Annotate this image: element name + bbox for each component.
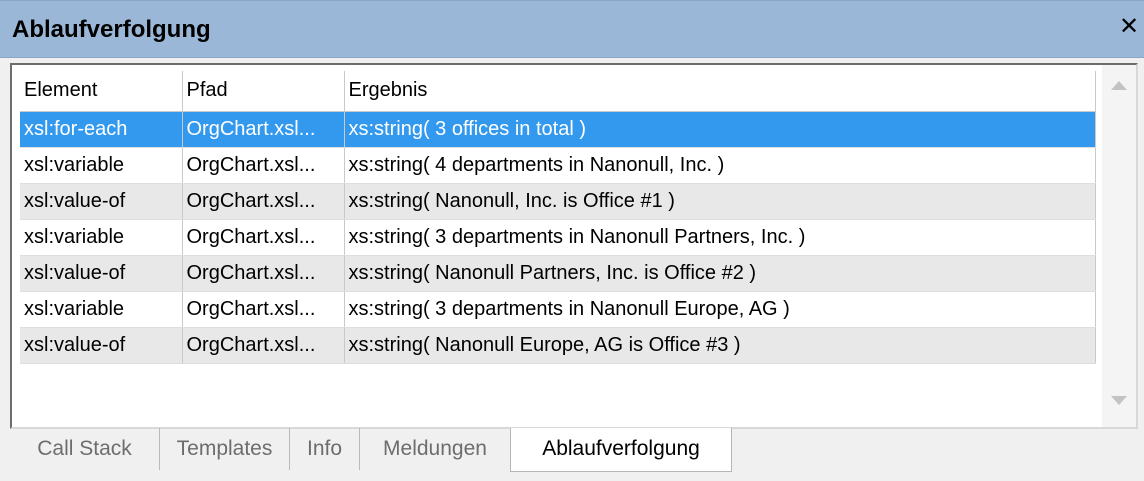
trace-panel: Ablaufverfolgung ✕ Element Pfad Ergebnis…: [0, 0, 1144, 481]
column-header-pfad[interactable]: Pfad: [182, 71, 345, 112]
cell-element: xsl:variable: [20, 147, 183, 184]
table-row[interactable]: xsl:value-of OrgChart.xsl... xs:string( …: [20, 255, 1096, 292]
table-row[interactable]: xsl:for-each OrgChart.xsl... xs:string( …: [20, 111, 1096, 148]
cell-ergebnis: xs:string( 3 departments in Nanonull Par…: [344, 219, 1096, 256]
table-row[interactable]: xsl:value-of OrgChart.xsl... xs:string( …: [20, 183, 1096, 220]
bottom-tab-bar: Call Stack Templates Info Meldungen Abla…: [10, 428, 1138, 472]
tab-meldungen[interactable]: Meldungen: [360, 428, 510, 470]
table-row[interactable]: xsl:variable OrgChart.xsl... xs:string( …: [20, 291, 1096, 328]
column-header-element[interactable]: Element: [20, 71, 183, 112]
cell-element: xsl:for-each: [20, 111, 183, 148]
cell-ergebnis: xs:string( Nanonull, Inc. is Office #1 ): [344, 183, 1096, 220]
table-row[interactable]: xsl:value-of OrgChart.xsl... xs:string( …: [20, 327, 1096, 364]
cell-element: xsl:variable: [20, 219, 183, 256]
panel-title: Ablaufverfolgung: [12, 16, 211, 43]
cell-pfad: OrgChart.xsl...: [182, 219, 345, 256]
tab-call-stack[interactable]: Call Stack: [10, 428, 160, 470]
cell-pfad: OrgChart.xsl...: [182, 255, 345, 292]
close-icon[interactable]: ✕: [1118, 14, 1140, 40]
cell-ergebnis: xs:string( 4 departments in Nanonull, In…: [344, 147, 1096, 184]
cell-pfad: OrgChart.xsl...: [182, 147, 345, 184]
scroll-down-icon[interactable]: [1111, 396, 1127, 405]
cell-ergebnis: xs:string( 3 departments in Nanonull Eur…: [344, 291, 1096, 328]
column-header-ergebnis[interactable]: Ergebnis: [344, 71, 1096, 112]
cell-pfad: OrgChart.xsl...: [182, 291, 345, 328]
panel-titlebar: Ablaufverfolgung ✕: [0, 0, 1144, 58]
vertical-scrollbar[interactable]: [1102, 65, 1136, 427]
table-row[interactable]: xsl:variable OrgChart.xsl... xs:string( …: [20, 219, 1096, 256]
scroll-up-icon[interactable]: [1111, 81, 1127, 90]
tab-info[interactable]: Info: [290, 428, 360, 470]
cell-element: xsl:value-of: [20, 327, 183, 364]
cell-element: xsl:value-of: [20, 183, 183, 220]
cell-pfad: OrgChart.xsl...: [182, 111, 345, 148]
cell-ergebnis: xs:string( 3 offices in total ): [344, 111, 1096, 148]
trace-list-frame: Element Pfad Ergebnis xsl:for-each OrgCh…: [10, 63, 1138, 429]
cell-pfad: OrgChart.xsl...: [182, 183, 345, 220]
cell-ergebnis: xs:string( Nanonull Europe, AG is Office…: [344, 327, 1096, 364]
trace-table: Element Pfad Ergebnis xsl:for-each OrgCh…: [20, 71, 1096, 364]
cell-element: xsl:variable: [20, 291, 183, 328]
cell-pfad: OrgChart.xsl...: [182, 327, 345, 364]
cell-element: xsl:value-of: [20, 255, 183, 292]
tab-ablaufverfolgung[interactable]: Ablaufverfolgung: [510, 428, 732, 472]
table-row[interactable]: xsl:variable OrgChart.xsl... xs:string( …: [20, 147, 1096, 184]
table-header-row: Element Pfad Ergebnis: [20, 71, 1096, 112]
cell-ergebnis: xs:string( Nanonull Partners, Inc. is Of…: [344, 255, 1096, 292]
tab-templates[interactable]: Templates: [160, 428, 290, 470]
